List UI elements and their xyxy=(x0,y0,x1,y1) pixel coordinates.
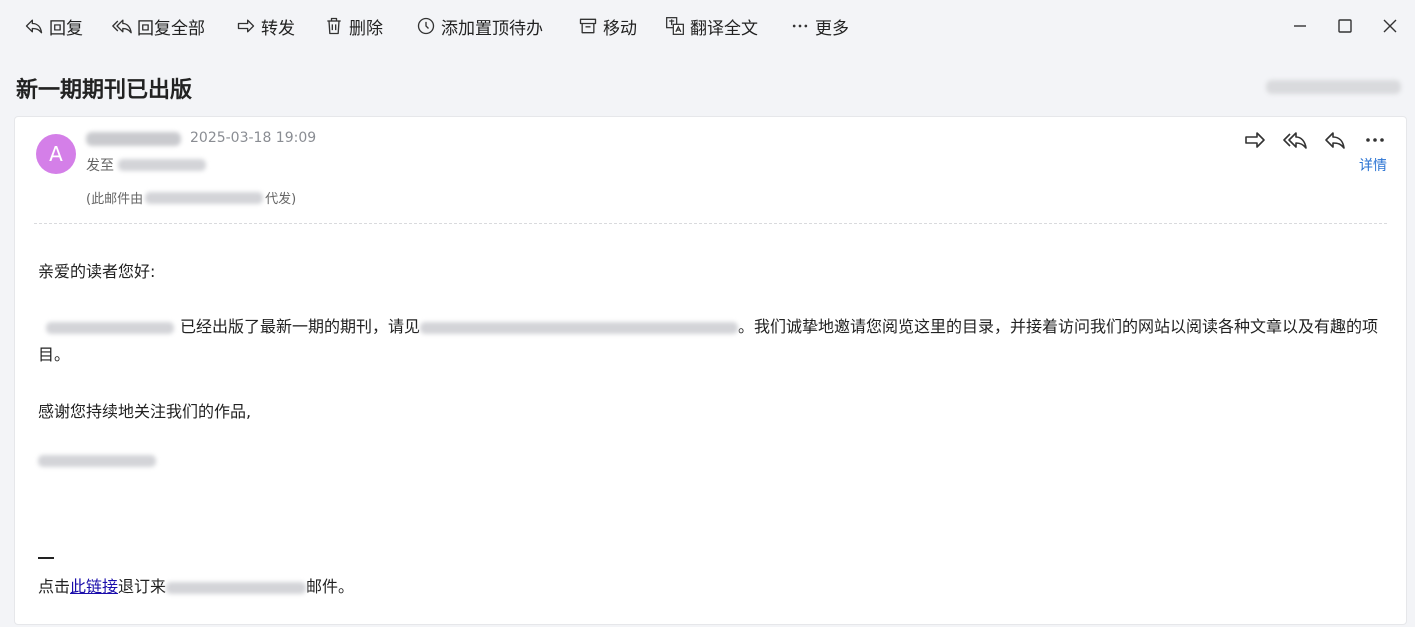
more-button[interactable]: 更多 xyxy=(790,12,849,40)
email-card: A 2025-03-18 19:09 发至 (此邮件由 代发) 详情 亲爱的读者… xyxy=(14,116,1407,625)
unsub-suffix: 邮件。 xyxy=(306,577,355,596)
more-icon xyxy=(792,24,808,28)
add-todo-label: 添加置顶待办 xyxy=(441,18,543,39)
url-redacted[interactable] xyxy=(420,321,739,334)
reply-label: 回复 xyxy=(49,18,83,39)
forward-label: 转发 xyxy=(261,18,295,39)
minimize-button[interactable] xyxy=(1288,14,1312,38)
maximize-button[interactable] xyxy=(1333,14,1357,38)
email-date: 2025-03-18 19:09 xyxy=(190,130,317,146)
translate-label: 翻译全文 xyxy=(690,18,758,39)
reply-button[interactable]: 回复 xyxy=(24,12,83,40)
archive-icon xyxy=(579,18,597,34)
move-label: 移动 xyxy=(603,18,637,39)
close-button[interactable] xyxy=(1378,14,1402,38)
reply-action[interactable] xyxy=(1323,128,1347,152)
reply-all-button[interactable]: 回复全部 xyxy=(112,12,205,40)
delete-button[interactable]: 删除 xyxy=(324,12,383,40)
trash-icon xyxy=(327,17,341,35)
signature-separator xyxy=(38,557,54,559)
to-prefix: 发至 xyxy=(86,158,114,174)
maximize-icon xyxy=(1338,19,1352,33)
signature-redacted xyxy=(38,454,156,467)
proxy-prefix: (此邮件由 xyxy=(86,192,144,207)
more-action[interactable] xyxy=(1363,128,1387,152)
close-icon xyxy=(1383,19,1397,33)
thanks-line: 感谢您持续地关注我们的作品, xyxy=(38,402,252,421)
proxy-sender-redacted xyxy=(145,191,264,204)
recipient-redacted[interactable] xyxy=(118,159,206,171)
forward-button[interactable]: 转发 xyxy=(236,12,295,40)
header-divider xyxy=(34,223,1387,224)
translate-icon xyxy=(666,17,684,35)
forward-action[interactable] xyxy=(1243,128,1267,152)
body-paragraph: 已经出版了最新一期的期刊，请见 。我们诚挚地邀请您阅览这里的目录，并接着访问我们的… xyxy=(38,313,1383,369)
move-button[interactable]: 移动 xyxy=(578,12,637,40)
details-link[interactable]: 详情 xyxy=(1359,155,1387,175)
forward-icon xyxy=(1245,132,1265,148)
greeting: 亲爱的读者您好: xyxy=(38,262,156,281)
add-todo-button[interactable]: 添加置顶待办 xyxy=(416,12,543,40)
journal-link-redacted[interactable] xyxy=(166,581,307,594)
proxy-line: (此邮件由 代发) xyxy=(86,188,296,207)
reply-all-action[interactable] xyxy=(1283,128,1307,152)
translate-button[interactable]: 翻译全文 xyxy=(665,12,758,40)
forward-icon xyxy=(237,19,255,33)
more-label: 更多 xyxy=(815,18,849,39)
toolbar: 回复 回复全部 转发 删除 添加置顶待办 移动 翻译全文 更多 xyxy=(0,0,1415,52)
email-subject: 新一期期刊已出版 xyxy=(16,78,193,103)
sender-name-redacted[interactable] xyxy=(86,132,181,146)
reply-all-icon xyxy=(1283,132,1307,149)
recipient-line: 发至 xyxy=(86,155,206,175)
account-address-redacted xyxy=(1266,80,1401,94)
unsubscribe-link[interactable]: 此链接 xyxy=(70,577,118,596)
reply-all-icon xyxy=(112,19,132,34)
signature xyxy=(38,446,156,474)
more-icon xyxy=(1366,138,1384,142)
clock-icon xyxy=(417,17,435,35)
avatar[interactable]: A xyxy=(36,134,76,174)
unsub-prefix: 点击 xyxy=(38,577,71,596)
minimize-icon xyxy=(1294,25,1306,27)
journal-name-redacted xyxy=(46,321,174,334)
reply-all-label: 回复全部 xyxy=(137,18,205,39)
delete-label: 删除 xyxy=(349,18,383,39)
reply-icon xyxy=(25,19,43,34)
reply-icon xyxy=(1325,132,1345,149)
unsubscribe-line: 点击此链接退订来 邮件。 xyxy=(38,573,354,601)
unsub-mid: 退订来 xyxy=(118,577,167,596)
proxy-suffix: 代发) xyxy=(265,192,297,207)
para-part1: 已经出版了最新一期的期刊，请见 xyxy=(180,317,421,336)
